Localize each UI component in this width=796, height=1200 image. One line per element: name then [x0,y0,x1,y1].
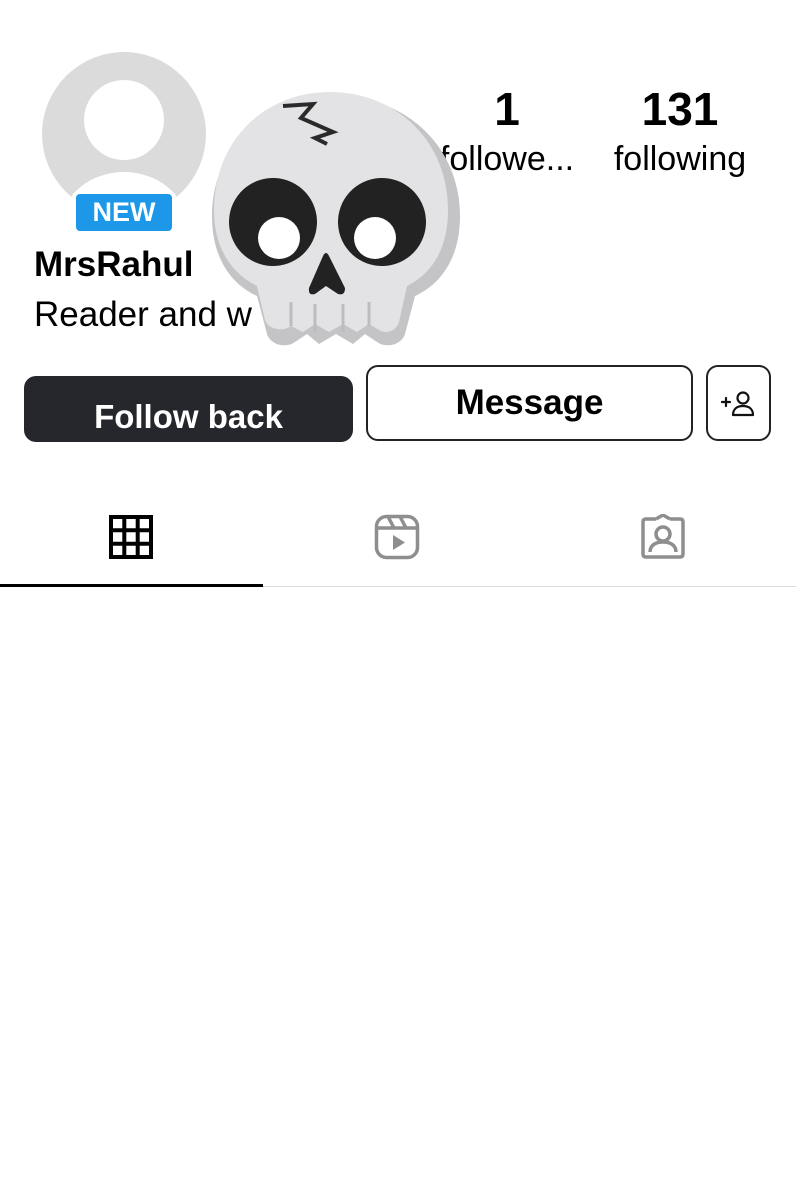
tab-reels[interactable] [266,490,528,586]
following-stat[interactable]: 131 following [600,84,760,179]
tab-posts-grid[interactable] [0,490,262,586]
grid-icon [109,515,153,559]
profile-username: MrsRahul [34,245,194,284]
skull-icon [212,92,460,346]
following-count: 131 [641,83,719,135]
avatar[interactable] [42,52,206,216]
reels-icon [374,514,420,560]
new-badge: NEW [76,194,172,231]
message-button[interactable]: Message [366,365,693,441]
skull-emoji [205,88,467,350]
person-add-icon [721,391,755,417]
default-avatar-icon [42,52,206,216]
active-tab-indicator [0,584,263,587]
follow-back-button[interactable]: Follow back [24,376,353,442]
following-label: following [613,140,747,178]
tagged-icon [641,514,685,559]
add-friend-button[interactable] [706,365,771,441]
tab-tagged[interactable] [532,490,794,586]
